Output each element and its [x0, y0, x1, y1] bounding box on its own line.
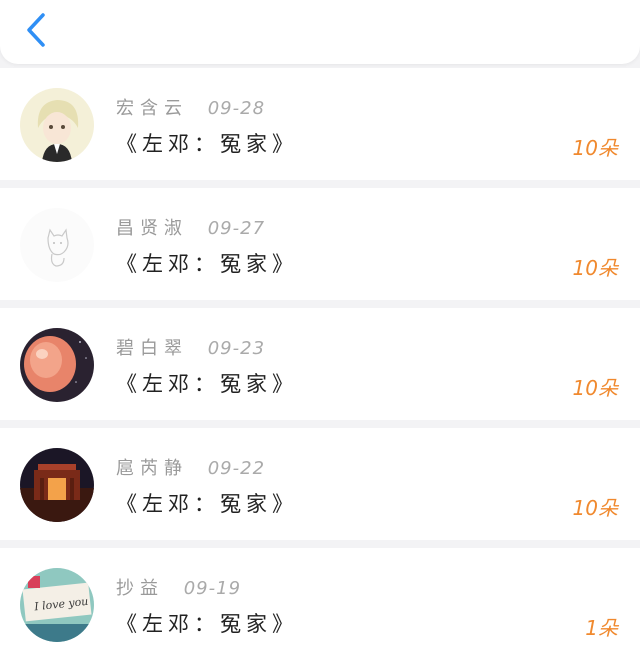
gift-amount: 10朵	[572, 376, 618, 400]
list-item[interactable]: 昌贤淑 09-27 《左邓：冤家》 10朵	[0, 188, 640, 300]
top-bar	[0, 0, 640, 64]
sender-name: 宏含云	[116, 98, 188, 119]
sender-name: 昌贤淑	[116, 218, 188, 239]
avatar[interactable]: I love you	[20, 568, 94, 642]
avatar[interactable]	[20, 448, 94, 522]
gift-date: 09-19	[183, 578, 242, 599]
avatar[interactable]	[20, 328, 94, 402]
work-title: 《左邓：冤家》	[116, 132, 298, 156]
work-title: 《左邓：冤家》	[116, 372, 298, 396]
gift-date: 09-28	[207, 98, 266, 119]
work-title: 《左邓：冤家》	[116, 492, 298, 516]
gift-amount: 1朵	[585, 616, 618, 640]
list-item[interactable]: 扈芮静 09-22 《左邓：冤家》 10朵	[0, 428, 640, 540]
gift-date: 09-23	[207, 338, 266, 359]
gift-amount: 10朵	[572, 496, 618, 520]
gift-amount: 10朵	[572, 256, 618, 280]
sender-name: 抄益	[116, 578, 164, 599]
avatar[interactable]	[20, 208, 94, 282]
list-item[interactable]: I love you 抄益 09-19 《左邓：冤家》 1朵	[0, 548, 640, 668]
avatar[interactable]	[20, 88, 94, 162]
avatar-peach-image	[20, 328, 94, 402]
gift-amount: 10朵	[572, 136, 618, 160]
gift-date: 09-22	[207, 458, 266, 479]
work-title: 《左邓：冤家》	[116, 252, 298, 276]
list-item[interactable]: 碧白翠 09-23 《左邓：冤家》 10朵	[0, 308, 640, 420]
back-button[interactable]	[16, 10, 56, 50]
sender-name: 扈芮静	[116, 458, 188, 479]
list-item[interactable]: 宏含云 09-28 《左邓：冤家》 10朵	[0, 68, 640, 180]
gift-date: 09-27	[207, 218, 266, 239]
avatar-cat-sketch-image	[20, 208, 94, 282]
gift-list: 宏含云 09-28 《左邓：冤家》 10朵 昌贤淑 09-27 《左邓：冤家》 …	[0, 68, 640, 668]
avatar-i-love-you-note-image: I love you	[20, 568, 94, 642]
avatar-night-gate-image	[20, 448, 94, 522]
avatar-anime-boy-image	[20, 88, 94, 162]
work-title: 《左邓：冤家》	[116, 612, 298, 636]
chevron-left-icon	[27, 13, 45, 47]
sender-name: 碧白翠	[116, 338, 188, 359]
